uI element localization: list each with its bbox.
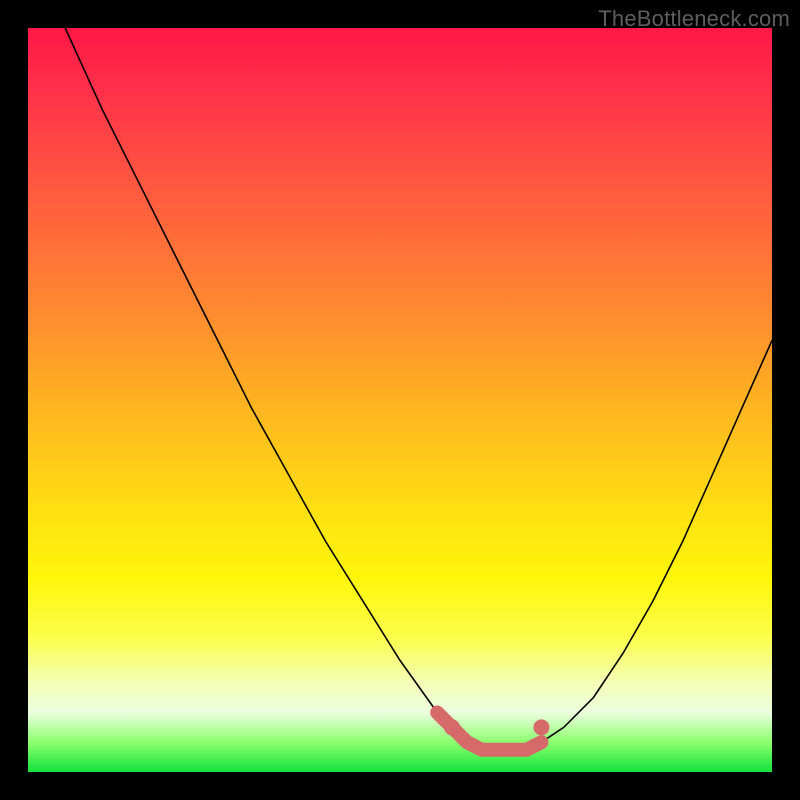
bottleneck-curve bbox=[65, 28, 772, 750]
chart-frame: TheBottleneck.com bbox=[0, 0, 800, 800]
optimal-dot-left bbox=[444, 719, 460, 735]
chart-svg bbox=[28, 28, 772, 772]
optimal-band bbox=[437, 713, 541, 750]
optimal-dot-right bbox=[533, 719, 549, 735]
markers bbox=[444, 719, 549, 735]
plot-area bbox=[28, 28, 772, 772]
